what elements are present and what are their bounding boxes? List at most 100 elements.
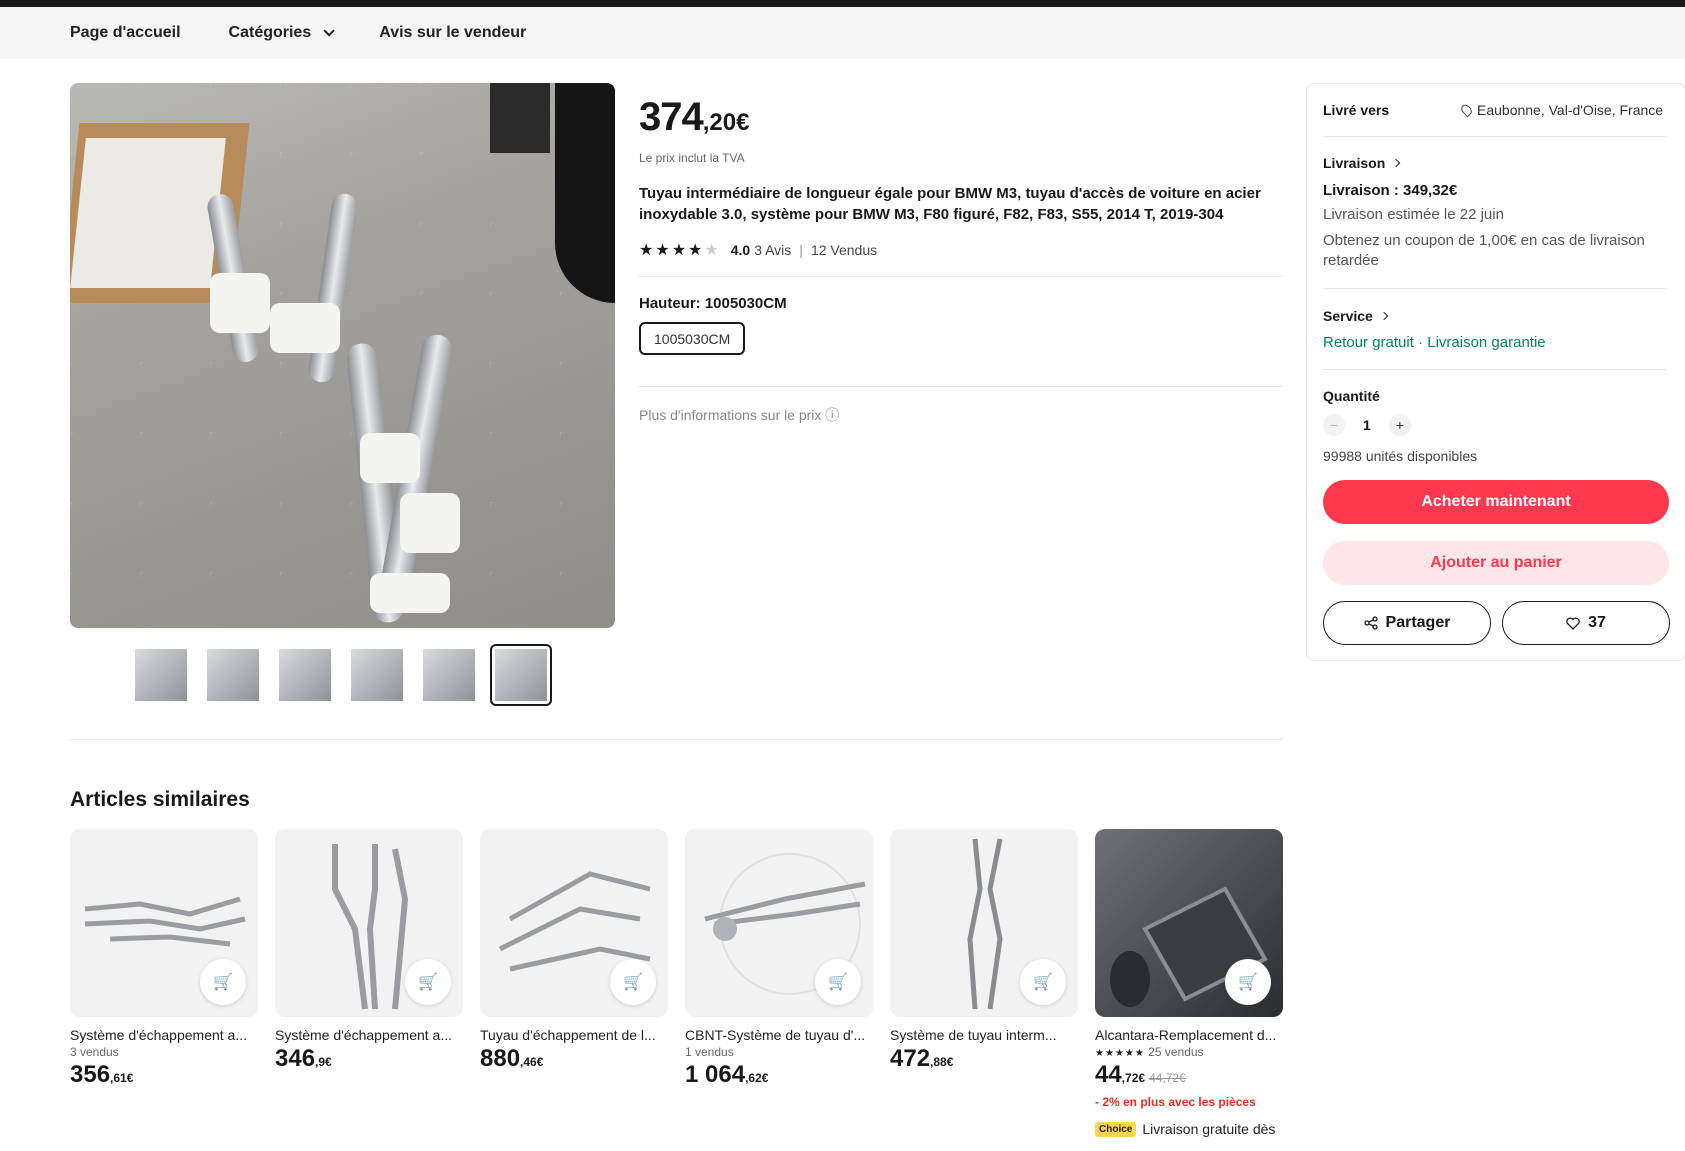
nav-home[interactable]: Page d'accueil: [70, 24, 181, 42]
location-pin-icon: [1459, 102, 1474, 118]
rating-value: 4.0: [730, 242, 751, 258]
divider: [639, 386, 1282, 387]
add-to-cart-icon[interactable]: 🛒: [815, 959, 861, 1005]
product-card-image[interactable]: 🛒: [685, 829, 873, 1017]
delivery-location-text: Eaubonne, Val-d'Oise, France: [1477, 102, 1664, 118]
product-card-image[interactable]: 🛒: [1095, 829, 1283, 1017]
delivery-location[interactable]: Eaubonne, Val-d'Oise, France: [1459, 102, 1664, 118]
add-to-cart-button[interactable]: Ajouter au panier: [1323, 541, 1669, 585]
qty-minus-button[interactable]: −: [1323, 414, 1345, 436]
top-bar: [0, 0, 1685, 7]
shipping-label: Livraison: [1323, 155, 1386, 171]
card-sold: 25 vendus: [1148, 1045, 1204, 1059]
card-price-int: 880: [480, 1045, 521, 1072]
store-nav: Page d'accueil Catégories Avis sur le ve…: [0, 7, 1685, 59]
card-price: 880,46€: [480, 1045, 668, 1073]
rating-row[interactable]: ★★★★★ 4.0 3 Avis | 12 Vendus: [639, 240, 877, 260]
nav-seller-reviews[interactable]: Avis sur le vendeur: [379, 24, 526, 42]
product-card[interactable]: 🛒 Système de tuyau interm... 472,88€: [890, 829, 1078, 1137]
quantity-stepper: − 1 +: [1323, 414, 1411, 436]
share-icon: [1363, 616, 1378, 630]
qty-value[interactable]: 1: [1363, 417, 1371, 433]
card-price-dec: ,46€: [520, 1055, 544, 1069]
box-packing: [70, 138, 226, 288]
pipe-wrap: [210, 273, 270, 333]
card-name: CBNT-Système de tuyau d'...: [685, 1027, 866, 1043]
nav-home-label: Page d'accueil: [70, 24, 181, 41]
card-free-shipping: Livraison gratuite dès: [1142, 1121, 1276, 1137]
chevron-right-icon: [1379, 311, 1389, 321]
card-price-dec: ,61€: [110, 1071, 134, 1085]
product-card[interactable]: 🛒 Tuyau d'échappement de l... 880,46€: [480, 829, 668, 1137]
heart-icon: [1566, 616, 1580, 630]
chevron-right-icon: [1392, 158, 1401, 168]
buy-now-button[interactable]: Acheter maintenant: [1323, 480, 1669, 524]
sold-count: 12 Vendus: [810, 242, 878, 258]
nav-categories[interactable]: Catégories: [228, 24, 336, 42]
add-to-cart-icon[interactable]: 🛒: [1020, 959, 1066, 1005]
wishlist-count: 37: [1588, 614, 1606, 631]
review-count[interactable]: 3 Avis: [754, 242, 791, 258]
wishlist-button[interactable]: 37: [1502, 601, 1670, 645]
divider: [1323, 369, 1667, 370]
add-to-cart-icon[interactable]: 🛒: [200, 959, 246, 1005]
product-card-image[interactable]: 🛒: [480, 829, 668, 1017]
card-name: Système d'échappement a...: [70, 1027, 247, 1043]
divider: [639, 276, 1282, 277]
nav-categories-label: Catégories: [228, 24, 312, 41]
product-card-image[interactable]: 🛒: [275, 829, 463, 1017]
share-button[interactable]: Partager: [1323, 601, 1491, 645]
service-list: Retour gratuit · Livraison garantie: [1323, 334, 1546, 351]
service-header[interactable]: Service: [1323, 308, 1389, 324]
variant-label: Hauteur: 1005030CM: [639, 295, 787, 312]
thumbnail[interactable]: [202, 644, 264, 706]
price-integer: 374: [639, 95, 704, 139]
similar-items-list: 🛒 Système d'échappement a... 3 vendus 35…: [70, 829, 1283, 1137]
pipe-wrap: [270, 303, 340, 353]
price-decimal: ,20€: [702, 109, 750, 136]
card-sold: 3 vendus: [70, 1045, 119, 1059]
thumbnail-active[interactable]: [490, 644, 552, 706]
main-product-image[interactable]: [70, 83, 615, 628]
product-price: 374,20€: [639, 95, 749, 140]
thumbnail[interactable]: [346, 644, 408, 706]
card-price-int: 44: [1095, 1061, 1122, 1088]
person-legs: [490, 83, 550, 153]
product-card-image[interactable]: 🛒: [70, 829, 258, 1017]
choice-badge: Choice: [1095, 1121, 1137, 1137]
card-price-int: 1 064: [685, 1061, 746, 1088]
product-card[interactable]: 🛒 Alcantara-Remplacement d... ★★★★★ 25 v…: [1095, 829, 1283, 1137]
add-to-cart-icon[interactable]: 🛒: [405, 959, 451, 1005]
qty-plus-button[interactable]: +: [1388, 414, 1411, 436]
thumbnail[interactable]: [130, 644, 192, 706]
thumbnail[interactable]: [418, 644, 480, 706]
variant-option[interactable]: 1005030CM: [639, 322, 746, 355]
shipping-header[interactable]: Livraison: [1323, 155, 1401, 171]
chevron-down-icon: [323, 25, 336, 37]
divider: [1323, 136, 1667, 137]
card-price-dec: ,62€: [745, 1071, 769, 1085]
stock-available: 99988 unités disponibles: [1323, 448, 1478, 464]
card-sold-row: ★★★★★ 25 vendus: [1095, 1045, 1283, 1059]
more-price-info[interactable]: Plus d'informations sur le prix ⓘ: [639, 405, 839, 425]
product-card[interactable]: 🛒 CBNT-Système de tuyau d'... 1 vendus 1…: [685, 829, 873, 1137]
free-return: Retour gratuit: [1323, 334, 1414, 351]
add-to-cart-icon[interactable]: 🛒: [1225, 959, 1271, 1005]
product-card[interactable]: 🛒 Système d'échappement a... 3 vendus 35…: [70, 829, 258, 1137]
separator: |: [799, 242, 803, 258]
thumbnail[interactable]: [274, 644, 336, 706]
product-card-image[interactable]: 🛒: [890, 829, 1078, 1017]
card-price-int: 346: [275, 1045, 316, 1072]
card-choice-row: Choice Livraison gratuite dès: [1095, 1121, 1283, 1137]
card-name: Système de tuyau interm...: [890, 1027, 1057, 1043]
purchase-panel: Livré vers Eaubonne, Val-d'Oise, France …: [1306, 83, 1685, 661]
card-promo: - 2% en plus avec les pièces: [1095, 1095, 1256, 1109]
card-price: 44,72€ 44,72€: [1095, 1061, 1283, 1089]
delivered-to-label: Livré vers: [1323, 102, 1390, 118]
thumbnail-strip: [130, 644, 552, 706]
divider: [70, 739, 1283, 740]
add-to-cart-icon[interactable]: 🛒: [610, 959, 656, 1005]
star-rating-icon: ★★★★★: [639, 242, 721, 259]
card-price-dec: ,9€: [315, 1055, 332, 1069]
product-card[interactable]: 🛒 Système d'échappement a... 346,9€: [275, 829, 463, 1137]
